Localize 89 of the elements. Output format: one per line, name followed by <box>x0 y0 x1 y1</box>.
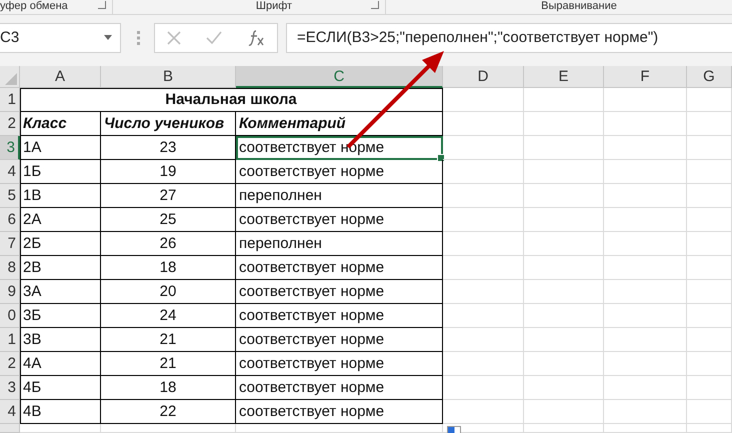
table-cell: 27 <box>101 184 236 208</box>
row-header[interactable]: 8 <box>0 256 20 280</box>
caret-icon <box>104 35 112 40</box>
empty-cell <box>687 280 732 304</box>
table-cell[interactable]: соответствует норме <box>236 400 443 424</box>
table-cell[interactable]: переполнен <box>236 184 443 208</box>
group-label: Шрифт <box>256 0 292 13</box>
dialog-launcher-icon[interactable] <box>371 1 379 9</box>
table-cell: Класс <box>20 112 101 136</box>
row-header[interactable]: 2 <box>0 352 20 376</box>
row-header[interactable]: 7 <box>0 232 20 256</box>
column-header[interactable]: E <box>524 66 604 88</box>
table-cell: 1А <box>20 136 101 160</box>
table-cell[interactable]: соответствует норме <box>236 280 443 304</box>
table-cell: 3Б <box>20 304 101 328</box>
table-cell: Число учеников <box>101 112 236 136</box>
empty-cell <box>687 136 732 160</box>
empty-cell <box>687 376 732 400</box>
empty-cell <box>687 88 732 112</box>
table-cell: 23 <box>101 136 236 160</box>
table-cell: 2Б <box>20 232 101 256</box>
function-icon[interactable] <box>246 28 265 46</box>
fill-handle[interactable] <box>437 154 445 162</box>
table-cell: 26 <box>101 232 236 256</box>
table-cell: 3В <box>20 328 101 352</box>
row-header[interactable]: 4 <box>0 160 20 184</box>
empty-cell <box>687 256 732 280</box>
table-cell: 4В <box>20 400 101 424</box>
dialog-launcher-icon[interactable] <box>98 1 106 9</box>
row-header[interactable]: 4 <box>0 400 20 424</box>
column-header[interactable]: F <box>604 66 687 88</box>
table-cell: 21 <box>101 328 236 352</box>
row-header[interactable]: 1 <box>0 328 20 352</box>
table-cell[interactable]: соответствует норме <box>236 352 443 376</box>
empty-cell <box>687 208 732 232</box>
table-cell: 18 <box>101 256 236 280</box>
table-cell: 20 <box>101 280 236 304</box>
empty-cell <box>687 424 732 433</box>
empty-cell <box>687 184 732 208</box>
table-cell[interactable]: соответствует норме <box>236 376 443 400</box>
table-cell: 19 <box>101 160 236 184</box>
empty-cell <box>687 160 732 184</box>
table-cell: 2А <box>20 208 101 232</box>
table-cell[interactable]: соответствует норме <box>236 256 443 280</box>
group-label: Выравнивание <box>541 0 617 13</box>
row-header[interactable]: 9 <box>0 280 20 304</box>
table-cell[interactable]: соответствует норме <box>236 304 443 328</box>
corner-triangle-icon <box>5 73 17 85</box>
table-cell: 2В <box>20 256 101 280</box>
table-cell: 4А <box>20 352 101 376</box>
row-header[interactable]: 3 <box>0 136 20 160</box>
check-icon[interactable] <box>206 31 222 44</box>
table-cell[interactable]: соответствует норме <box>236 208 443 232</box>
empty-cell <box>687 112 732 136</box>
table-cell: Начальная школа <box>20 88 443 112</box>
empty-cell <box>687 352 732 376</box>
drag-handle-icon[interactable] <box>137 30 140 44</box>
table-cell: 22 <box>101 400 236 424</box>
table-cell: 24 <box>101 304 236 328</box>
empty-cell <box>687 400 732 424</box>
table-cell: Комментарий <box>236 112 443 136</box>
column-header[interactable]: D <box>443 66 524 88</box>
table-cell[interactable]: соответствует норме <box>236 160 443 184</box>
table-cell[interactable]: соответствует норме <box>236 328 443 352</box>
empty-cell <box>687 304 732 328</box>
empty-cell <box>687 328 732 352</box>
table-cell: 1В <box>20 184 101 208</box>
row-header[interactable]: 6 <box>0 208 20 232</box>
row-header[interactable]: 5 <box>0 184 20 208</box>
column-header[interactable]: A <box>20 66 101 88</box>
table-cell: 1Б <box>20 160 101 184</box>
row-header[interactable]: 3 <box>0 376 20 400</box>
row-header[interactable]: 1 <box>0 88 20 112</box>
name-box[interactable]: C3 <box>0 22 121 52</box>
row-header[interactable]: 0 <box>0 304 20 328</box>
column-header[interactable]: G <box>687 66 732 88</box>
formula-field[interactable]: =ЕСЛИ(B3>25;"переполнен";"соответствует норме") <box>286 22 732 52</box>
empty-cell <box>687 232 732 256</box>
table-cell: 3А <box>20 280 101 304</box>
table-cell[interactable]: соответствует норме <box>236 136 443 160</box>
group-label: уфер обмена <box>0 0 68 13</box>
column-header[interactable]: B <box>101 66 236 88</box>
table-cell: 18 <box>101 376 236 400</box>
table-cell: 21 <box>101 352 236 376</box>
column-header[interactable]: C <box>236 66 443 88</box>
table-cell: 25 <box>101 208 236 232</box>
table-cell[interactable]: переполнен <box>236 232 443 256</box>
table-cell: 4Б <box>20 376 101 400</box>
row-header[interactable]: 2 <box>0 112 20 136</box>
